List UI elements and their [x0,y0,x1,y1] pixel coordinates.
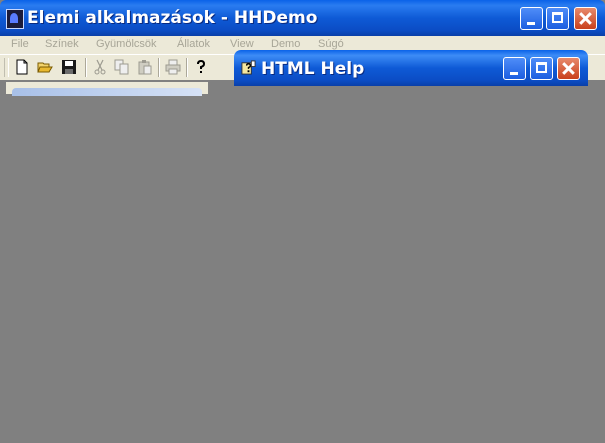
close-icon [558,58,579,79]
open-icon[interactable] [37,59,53,75]
help-icon[interactable] [193,59,209,75]
maximize-icon [552,12,563,23]
cut-icon[interactable] [92,59,108,75]
help-book-icon[interactable] [241,60,256,75]
main-title-bar[interactable]: Elemi alkalmazások - HHDemo [0,0,605,36]
minimize-button[interactable] [520,7,543,30]
close-icon [575,8,596,29]
close-button[interactable] [574,7,597,30]
menu-allatok[interactable]: Állatok [177,38,210,50]
maximize-button[interactable] [546,7,569,30]
help-maximize-button[interactable] [530,57,553,80]
menu-file[interactable]: File [11,38,29,50]
print-icon[interactable] [165,59,181,75]
help-title-bar[interactable]: HTML Help [234,50,588,86]
toolbar-separator [186,58,188,77]
menu-view[interactable]: View [230,38,254,50]
maximize-icon [536,62,547,73]
new-icon[interactable] [14,59,30,75]
window-title: Elemi alkalmazások - HHDemo [27,8,318,28]
copy-icon[interactable] [114,59,130,75]
menu-demo[interactable]: Demo [271,38,300,50]
toolbar-separator [158,58,160,77]
help-close-button[interactable] [557,57,580,80]
workspace-area[interactable] [0,80,605,443]
help-minimize-button[interactable] [503,57,526,80]
menu-sugo[interactable]: Súgó [318,38,344,50]
paste-icon[interactable] [137,59,153,75]
minimize-icon [527,22,535,25]
html-help-window: HTML Help [234,50,588,90]
child-window-titlebar[interactable] [12,88,202,96]
help-window-title: HTML Help [261,59,365,79]
toolbar-grip[interactable] [4,58,9,77]
menu-szinek[interactable]: Színek [45,38,79,50]
menu-gyumolcsok[interactable]: Gyümölcsök [96,38,157,50]
minimize-icon [510,72,518,75]
save-icon[interactable] [61,59,77,75]
app-icon[interactable] [6,9,24,29]
toolbar-separator [85,58,87,77]
